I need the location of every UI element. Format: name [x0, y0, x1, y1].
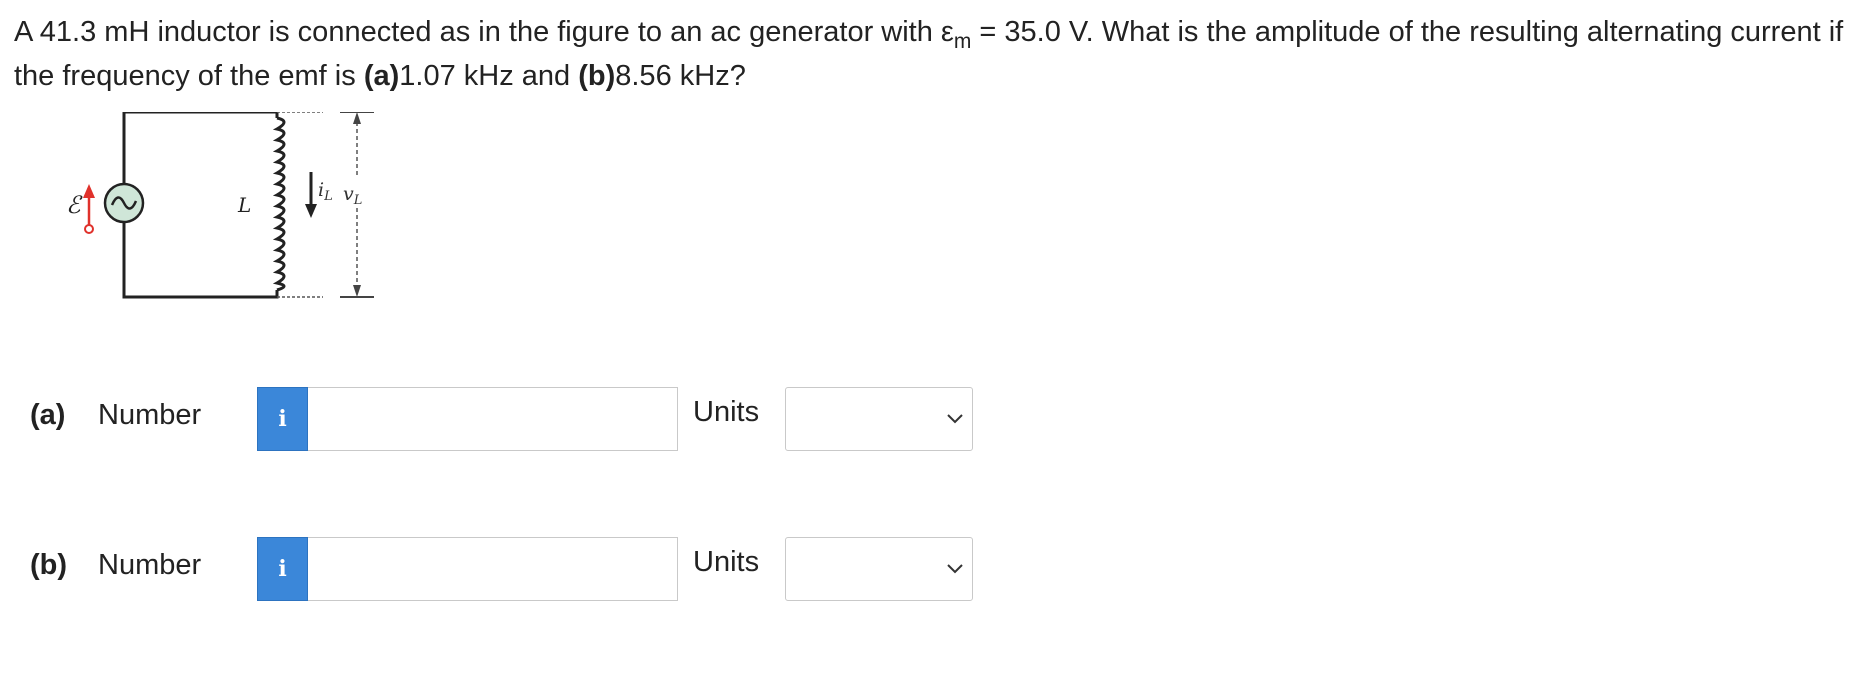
circuit-figure: ℰ L iL vL	[58, 110, 388, 308]
units-dropdown[interactable]	[785, 387, 973, 451]
answer-row-a: (a) Number i Units	[30, 387, 980, 453]
part-a-frequency: 1.07 kHz and	[399, 60, 579, 92]
number-label: Number	[98, 549, 202, 581]
part-label: (a)	[30, 399, 66, 431]
current-label: iL	[318, 179, 333, 204]
inductor-coil-icon	[272, 116, 286, 292]
part-b-tag: (b)	[578, 60, 616, 92]
info-button[interactable]: i	[257, 537, 308, 601]
units-label: Units	[693, 396, 760, 428]
emf-arrowhead-icon	[83, 184, 95, 198]
voltage-label-letter: v	[343, 183, 354, 205]
part-a-tag: (a)	[363, 60, 400, 92]
emf-symbol: ℰ	[66, 191, 83, 219]
number-input[interactable]	[308, 537, 678, 601]
part-b-frequency: 8.56 kHz?	[615, 60, 746, 92]
info-icon: i	[278, 406, 287, 432]
chevron-down-icon	[947, 414, 963, 424]
units-label: Units	[693, 546, 760, 578]
part-label: (b)	[30, 549, 68, 581]
info-icon: i	[278, 556, 287, 582]
voltage-up-arrowhead-icon	[353, 112, 361, 124]
number-input[interactable]	[308, 387, 678, 451]
question-text: A 41.3 mH inductor is connected as in th…	[14, 10, 1864, 98]
emf-arrow-tail-icon	[84, 224, 94, 234]
voltage-down-arrowhead-icon	[353, 285, 361, 297]
chevron-down-icon	[947, 564, 963, 574]
question-text-part1: A 41.3 mH inductor is connected as in th…	[14, 16, 954, 48]
answer-row-b: (b) Number i Units	[30, 537, 980, 603]
emf-subscript: m	[953, 30, 972, 53]
circuit-wire	[122, 110, 279, 299]
number-label: Number	[98, 399, 202, 431]
voltage-label-subscript: L	[353, 193, 363, 208]
current-arrowhead-icon	[305, 204, 317, 218]
current-label-subscript: L	[323, 189, 333, 204]
inductor-label: L	[237, 193, 251, 217]
voltage-label: vL	[343, 183, 362, 208]
circuit-diagram: ℰ L iL vL	[66, 110, 374, 299]
units-dropdown[interactable]	[785, 537, 973, 601]
info-button[interactable]: i	[257, 387, 308, 451]
